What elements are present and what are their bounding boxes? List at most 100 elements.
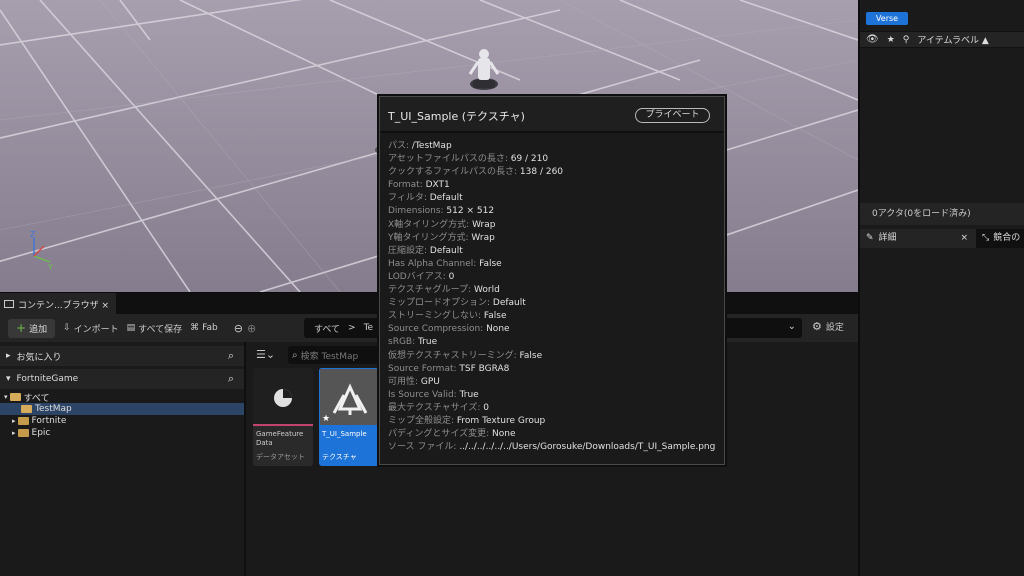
add-button-label: 追加 xyxy=(29,324,48,335)
search-icon[interactable]: ⌕ xyxy=(228,349,234,363)
favorites-label: お気に入り xyxy=(16,352,62,363)
asset-type: テクスチャ xyxy=(322,453,357,461)
tree-item-epic-label: Epic xyxy=(31,428,51,438)
pin-icon[interactable]: ⚲ xyxy=(903,35,910,45)
tooltip-key: Dimensions: xyxy=(388,206,447,217)
search-icon: ⌕ xyxy=(292,349,298,361)
details-tab-bar: ✎ 詳細 × ⤡ 競合の xyxy=(860,229,1024,248)
tooltip-key: アセットファイルパスの長さ: xyxy=(388,154,511,165)
tooltip-row: パディングとサイズ変更: None xyxy=(388,428,720,441)
tooltip-value: Wrap xyxy=(472,219,496,230)
tooltip-properties: パス: /TestMap アセットファイルパスの長さ: 69 / 210 クックする… xyxy=(388,140,720,454)
breadcrumb-root[interactable]: すべて xyxy=(314,322,340,335)
fab-button-label: Fab xyxy=(202,323,218,333)
tooltip-value: False xyxy=(479,258,502,269)
tooltip-value: From Texture Group xyxy=(456,415,546,426)
expand-icon: ⤡ xyxy=(982,233,990,243)
tooltip-row: ソース ファイル: ../../../../../../Users/Gorosu… xyxy=(388,441,720,454)
breadcrumb-child[interactable]: Te xyxy=(364,323,374,333)
close-icon[interactable]: × xyxy=(960,229,968,248)
tooltip-key: sRGB: xyxy=(388,337,418,348)
asset-search-input[interactable]: ⌕ 検索 TestMap xyxy=(288,346,383,364)
tooltip-key: 可用性: xyxy=(388,376,421,387)
tooltip-key: Source Format: xyxy=(388,363,460,374)
asset-name: GameFeature Data xyxy=(256,430,304,447)
tooltip-row: パス: /TestMap xyxy=(388,140,720,153)
fab-button[interactable]: ⌘ Fab xyxy=(190,318,218,338)
fab-icon: ⌘ xyxy=(190,323,200,333)
asset-name: T_UI_Sample xyxy=(322,430,367,438)
tooltip-title: T_UI_Sample (テクスチャ) xyxy=(388,110,525,123)
tooltip-key: ミップ全般設定: xyxy=(388,415,457,426)
tooltip-value: True xyxy=(459,389,479,400)
tab-conflicts[interactable]: ⤡ 競合の xyxy=(976,229,1024,248)
tree-item-epic[interactable]: ▸ Epic xyxy=(0,427,244,439)
item-label-column[interactable]: アイテムラベル ▲ xyxy=(917,33,988,46)
tooltip-value: DXT1 xyxy=(425,180,450,191)
svg-text:Z: Z xyxy=(30,230,36,239)
asset-thumbnail: ★ xyxy=(319,368,379,426)
asset-tile-gamefeature[interactable]: GameFeature Data データアセット xyxy=(253,368,313,466)
add-button[interactable]: + 追加 xyxy=(8,318,56,338)
private-badge: プライベート xyxy=(635,108,710,123)
filter-icon[interactable]: ☰⌄ xyxy=(256,348,275,361)
folder-open-icon xyxy=(21,405,32,413)
tooltip-row: テクスチャグループ: World xyxy=(388,284,720,297)
save-all-button[interactable]: ▤ すべて保存 xyxy=(127,318,183,338)
actor-count-label: 0アクタ(0をロード済み) xyxy=(860,203,1024,225)
tree-item-testmap[interactable]: TestMap xyxy=(0,403,244,415)
tooltip-key: フィルタ: xyxy=(388,193,430,204)
tooltip-value: World xyxy=(474,285,500,296)
tooltip-key: Format: xyxy=(388,180,426,191)
tooltip-value: /TestMap xyxy=(411,141,452,151)
settings-button[interactable]: ⚙ 設定 xyxy=(812,320,844,333)
eye-icon[interactable]: 👁 xyxy=(866,34,879,45)
history-back-icon[interactable]: ⊖ xyxy=(234,318,243,338)
asset-type: データアセット xyxy=(256,453,305,461)
tooltip-row: Dimensions: 512 × 512 xyxy=(388,205,720,218)
save-icon: ▤ xyxy=(126,323,136,333)
tooltip-value: 0 xyxy=(448,271,455,282)
project-label: FortniteGame xyxy=(16,374,79,384)
chevron-right-icon: ▸ xyxy=(6,351,11,361)
tooltip-key: 仮想テクスチャストリーミング: xyxy=(388,350,520,361)
path-dropdown[interactable]: ⌄ xyxy=(714,318,802,338)
tooltip-row: X軸タイリング方式: Wrap xyxy=(388,219,720,232)
tooltip-key: 最大テクスチャサイズ: xyxy=(388,402,484,413)
tree-item-fortnite[interactable]: ▸ Fortnite xyxy=(0,415,244,427)
svg-text:Y: Y xyxy=(47,263,53,272)
chevron-down-icon: ▾ xyxy=(6,374,11,384)
search-icon[interactable]: ⌕ xyxy=(228,372,234,386)
tooltip-row: sRGB: True xyxy=(388,336,720,349)
asset-tile-t-ui-sample[interactable]: ★ T_UI_Sample テクスチャ xyxy=(319,368,379,466)
project-section[interactable]: ▾ FortniteGame ⌕ xyxy=(0,369,244,389)
tooltip-row: Is Source Valid: True xyxy=(388,389,720,402)
folder-icon xyxy=(17,417,29,425)
verse-button[interactable]: Verse xyxy=(866,12,908,25)
tooltip-key: LODバイアス: xyxy=(388,271,449,282)
tooltip-value: 69 / 210 xyxy=(510,154,549,165)
tooltip-value: ../../../../../../Users/Gorosuke/Downloa… xyxy=(459,442,716,453)
tree-item-all[interactable]: ▾ すべて xyxy=(0,391,244,404)
import-icon: ⇩ xyxy=(63,323,71,333)
tooltip-value: False xyxy=(519,350,543,361)
tooltip-key: ストリーミングしない: xyxy=(388,311,484,322)
tab-details[interactable]: ✎ 詳細 × xyxy=(860,229,976,248)
import-button[interactable]: ⇩ インポート xyxy=(63,318,119,338)
star-icon[interactable]: ★ xyxy=(322,414,330,424)
tooltip-row: Y軸タイリング方式: Wrap xyxy=(388,232,720,245)
tooltip-row: クックするファイルパスの長さ: 138 / 260 xyxy=(388,166,720,179)
tooltip-row: ミップロードオプション: Default xyxy=(388,297,720,310)
tab-content-browser[interactable]: コンテン...ブラウザ × xyxy=(0,293,116,315)
tooltip-row: ミップ全般設定: From Texture Group xyxy=(388,415,720,428)
tooltip-row: 最大テクスチャサイズ: 0 xyxy=(388,402,720,415)
chevron-right-icon: ▸ xyxy=(12,429,16,437)
tooltip-value: None xyxy=(492,429,516,440)
star-icon[interactable]: ★ xyxy=(887,35,895,45)
history-forward-icon[interactable]: ⊕ xyxy=(247,318,256,338)
tooltip-value: Default xyxy=(429,245,463,256)
asset-tooltip: T_UI_Sample (テクスチャ) プライベート パス: /TestMap ア… xyxy=(379,96,725,465)
tooltip-row: アセットファイルパスの長さ: 69 / 210 xyxy=(388,153,720,166)
tooltip-key: Source Compression: xyxy=(388,324,487,335)
favorites-section[interactable]: ▸ お気に入り ⌕ xyxy=(0,346,244,366)
